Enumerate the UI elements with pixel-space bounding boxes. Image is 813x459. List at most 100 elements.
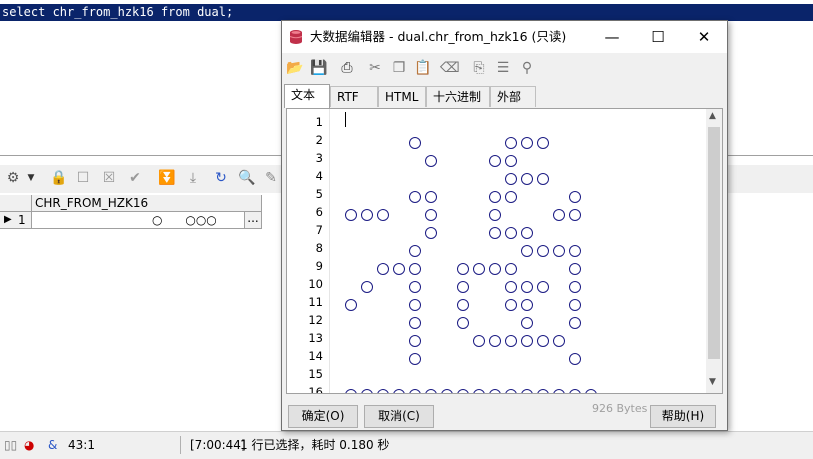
glyph-circle — [521, 137, 533, 149]
glyph-circle — [489, 389, 501, 393]
glyph-circle — [521, 227, 533, 239]
save-icon[interactable]: 💾 — [310, 59, 328, 77]
dialog-toolbar: 📂 💾 ⎙ ✂ ❐ 📋 ⌫ ⎘ ☰ ⚲ — [282, 54, 727, 82]
row-indicator[interactable]: ▶ 1 — [0, 212, 32, 229]
glyph-line — [345, 155, 705, 173]
glyph-circle — [505, 389, 517, 393]
glyph-circle — [345, 299, 357, 311]
glyph-circle — [537, 281, 549, 293]
result-grid: CHR_FROM_HZK16 ▶ 1 ○ ○○○ ... — [0, 195, 262, 229]
scroll-down-icon[interactable]: ▼ — [709, 377, 716, 387]
minimize-button[interactable]: — — [589, 21, 635, 53]
delete-row-icon[interactable]: ☒ — [100, 169, 118, 187]
load-icon[interactable]: ⎘ — [470, 59, 488, 77]
text-editor[interactable]: 1 2 3 4 5 6 7 8 9 10 11 12 13 14 15 16 ▲ ▼ — [286, 108, 723, 394]
glyph-circle — [489, 191, 501, 203]
glyph-circle — [505, 227, 517, 239]
wordwrap-icon[interactable]: ☰ — [494, 59, 512, 77]
paste-icon[interactable]: 📋 — [414, 59, 432, 77]
close-button[interactable]: ✕ — [681, 21, 727, 53]
gutter-separator — [329, 109, 330, 393]
glyph-line — [345, 173, 705, 191]
tab-rtf[interactable]: RTF — [330, 86, 378, 107]
dialog-title: 大数据编辑器 - dual.chr_from_hzk16 (只读) — [310, 29, 567, 44]
line-number: 10 — [308, 277, 323, 291]
lock-icon[interactable]: 🔒 — [50, 169, 68, 187]
glyph-circle — [345, 209, 357, 221]
glyph-circle — [521, 299, 533, 311]
glyph-circle — [569, 353, 581, 365]
glyph-circle — [409, 245, 421, 257]
vertical-scrollbar[interactable]: ▲ ▼ — [706, 109, 722, 393]
glyph-circle — [569, 209, 581, 221]
glyph-circle — [457, 299, 469, 311]
glyph-circle — [425, 155, 437, 167]
glyph-circle — [409, 389, 421, 393]
result-cell[interactable]: ○ ○○○ — [32, 212, 245, 229]
sql-query-line[interactable]: select chr_from_hzk16 from dual; — [0, 4, 813, 21]
glyph-circle — [473, 389, 485, 393]
tab-text[interactable]: 文本 — [284, 84, 330, 108]
glyph-circle — [473, 335, 485, 347]
dialog-titlebar[interactable]: 大数据编辑器 - dual.chr_from_hzk16 (只读) — ☐ ✕ — [282, 21, 727, 53]
scrollbar-thumb[interactable] — [708, 127, 720, 359]
glyph-line — [345, 245, 705, 263]
glyph-circle — [537, 335, 549, 347]
cancel-button[interactable]: 取消(C) — [364, 405, 434, 428]
status-message: 1 行已选择，耗时 0.180 秒 — [240, 438, 390, 452]
glyph-line — [345, 389, 705, 393]
clear-icon[interactable]: ⌫ — [440, 59, 460, 77]
glyph-circle — [409, 353, 421, 365]
print-icon[interactable]: ⎙ — [338, 59, 356, 77]
glyph-circle — [537, 389, 549, 393]
glyph-circle — [457, 317, 469, 329]
status-panel-icon: ▯▯ — [4, 438, 18, 452]
maximize-button[interactable]: ☐ — [635, 21, 681, 53]
glyph-circle — [521, 389, 533, 393]
tab-hex[interactable]: 十六进制 — [426, 86, 490, 107]
line-number: 2 — [315, 133, 323, 147]
glyph-circle — [489, 263, 501, 275]
ok-button[interactable]: 确定(O) — [288, 405, 358, 428]
last-record-icon[interactable]: ⤓ — [184, 169, 202, 187]
column-header[interactable]: CHR_FROM_HZK16 — [32, 195, 262, 212]
glyph-circle — [489, 335, 501, 347]
copy-icon[interactable]: ❐ — [390, 59, 408, 77]
glyph-circle — [377, 209, 389, 221]
glyph-text — [345, 119, 705, 393]
glyph-circle — [457, 263, 469, 275]
help-button[interactable]: 帮助(H) — [650, 405, 716, 428]
search-icon[interactable]: ⚲ — [518, 59, 536, 77]
glyph-circle — [569, 299, 581, 311]
glyph-circle — [361, 389, 373, 393]
refresh-icon[interactable]: ↻ — [212, 169, 230, 187]
open-icon[interactable]: 📂 — [286, 59, 304, 77]
glyph-circle — [553, 335, 565, 347]
find-icon[interactable]: 🔍 — [238, 169, 256, 187]
glyph-line — [345, 317, 705, 335]
chevron-down-icon[interactable]: ▼ — [22, 169, 40, 187]
line-number: 5 — [315, 187, 323, 201]
glyph-circle — [505, 281, 517, 293]
glyph-line — [345, 353, 705, 371]
glyph-circle — [425, 227, 437, 239]
glyph-circle — [489, 209, 501, 221]
glyph-circle — [505, 191, 517, 203]
glyph-circle — [489, 155, 501, 167]
post-icon[interactable]: ✔ — [126, 169, 144, 187]
cell-edit-button[interactable]: ... — [245, 212, 262, 229]
tab-external[interactable]: 外部 — [490, 86, 536, 107]
tab-html[interactable]: HTML — [378, 86, 426, 107]
clear-icon[interactable]: ✎ — [262, 169, 280, 187]
settings-icon[interactable]: ⚙ — [4, 169, 22, 187]
glyph-circle — [505, 335, 517, 347]
glyph-circle — [393, 389, 405, 393]
glyph-circle — [377, 389, 389, 393]
glyph-circle — [457, 389, 469, 393]
scroll-up-icon[interactable]: ▲ — [709, 111, 716, 121]
glyph-circle — [393, 263, 405, 275]
add-row-icon[interactable]: ☐ — [74, 169, 92, 187]
cut-icon[interactable]: ✂ — [366, 59, 384, 77]
line-number: 7 — [315, 223, 323, 237]
next-record-icon[interactable]: ⏬ — [158, 169, 176, 187]
